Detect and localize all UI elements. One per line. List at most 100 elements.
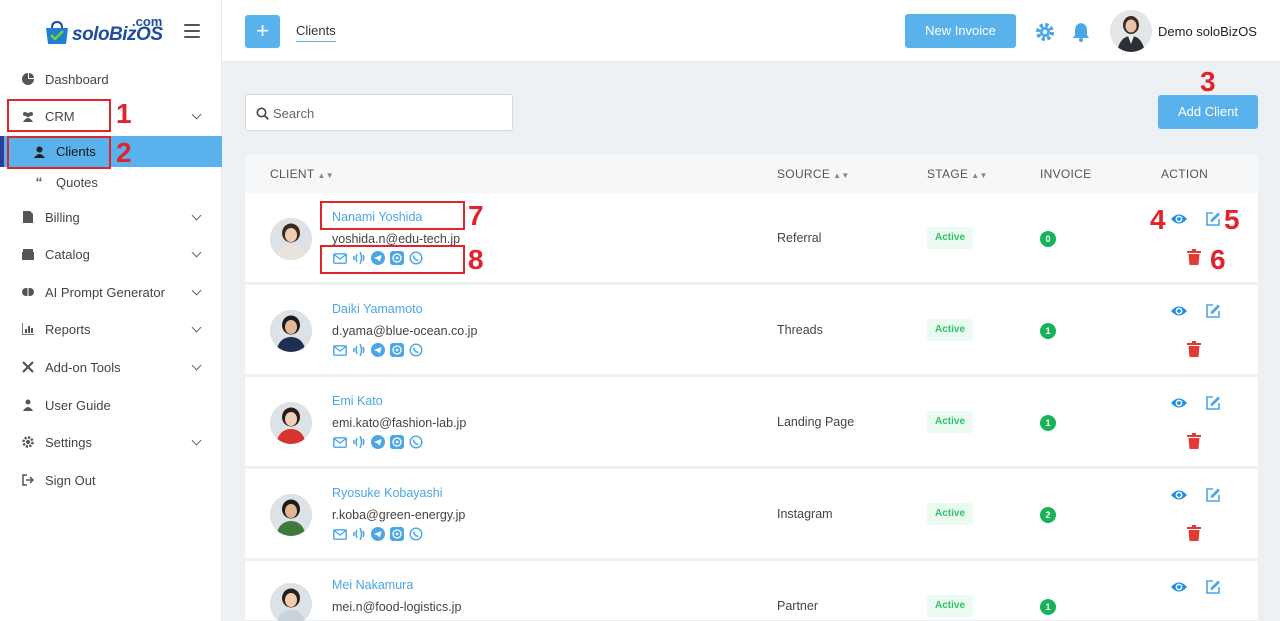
- client-name-link[interactable]: Ryosuke Kobayashi: [332, 486, 442, 500]
- status-badge: Active: [927, 319, 974, 341]
- column-header-action: ACTION: [1161, 167, 1209, 181]
- sidebar-item-sign-out[interactable]: Sign Out: [0, 463, 222, 497]
- client-name-link[interactable]: Daiki Yamamoto: [332, 302, 423, 316]
- whatsapp-icon[interactable]: [389, 527, 404, 541]
- sidebar-item-ai-prompt-generator[interactable]: AI Prompt Generator: [0, 275, 222, 309]
- tab-clients[interactable]: Clients: [296, 23, 336, 42]
- annotation-box-8: [320, 245, 465, 274]
- annotation-number-4: 4: [1150, 204, 1166, 235]
- sidebar-item-add-on-tools[interactable]: Add-on Tools: [0, 350, 222, 384]
- edit-icon[interactable]: [1205, 395, 1221, 411]
- sidebar-item-label: Reports: [45, 321, 91, 337]
- brand-suffix: .com: [132, 14, 163, 29]
- quote-icon: “: [35, 174, 43, 190]
- edit-icon[interactable]: [1205, 579, 1221, 595]
- guide-icon: [21, 398, 35, 412]
- telegram-icon[interactable]: [370, 435, 385, 449]
- edit-icon[interactable]: [1205, 303, 1221, 319]
- phone-icon[interactable]: [351, 343, 366, 357]
- sidebar-item-billing[interactable]: Billing: [0, 200, 222, 234]
- view-icon[interactable]: [1170, 488, 1188, 502]
- add-client-button[interactable]: Add Client: [1158, 95, 1258, 129]
- search-icon: [256, 107, 269, 120]
- edit-icon[interactable]: [1205, 487, 1221, 503]
- view-icon[interactable]: [1170, 396, 1188, 410]
- annotation-number-6: 6: [1210, 244, 1226, 275]
- client-email: d.yama@blue-ocean.co.jp: [332, 324, 478, 338]
- bell-icon[interactable]: [1072, 22, 1090, 42]
- sidebar-item-catalog[interactable]: Catalog: [0, 237, 222, 271]
- sidebar-item-label: Quotes: [56, 174, 98, 190]
- sidebar-item-user-guide[interactable]: User Guide: [0, 388, 222, 422]
- edit-icon[interactable]: [1205, 211, 1221, 227]
- sort-icon: ▲▼: [971, 171, 988, 180]
- whatsapp-icon[interactable]: [389, 343, 404, 357]
- user-name[interactable]: Demo soloBizOS: [1158, 24, 1257, 39]
- whatsapp-icon[interactable]: [389, 435, 404, 449]
- table-row: Emi Kato emi.kato@fashion-lab.jp Landing…: [245, 377, 1258, 467]
- sidebar-item-dashboard[interactable]: Dashboard: [0, 62, 222, 96]
- shopping-bag-icon: [46, 20, 68, 44]
- chevron-down-icon: [191, 210, 202, 221]
- client-email: r.koba@green-energy.jp: [332, 508, 466, 522]
- telegram-icon[interactable]: [370, 343, 385, 357]
- chevron-down-icon: [191, 247, 202, 258]
- view-icon[interactable]: [1170, 212, 1188, 226]
- client-avatar: [270, 402, 312, 444]
- sidebar-item-settings[interactable]: Settings: [0, 425, 222, 459]
- client-name-link[interactable]: Emi Kato: [332, 394, 383, 408]
- brain-icon: [21, 285, 35, 299]
- client-email: mei.n@food-logistics.jp: [332, 600, 462, 614]
- column-header-invoice: INVOICE: [1040, 167, 1092, 181]
- annotation-number-3: 3: [1200, 66, 1216, 97]
- chevron-down-icon: [191, 285, 202, 296]
- search-input[interactable]: [273, 104, 503, 122]
- invoice-count-badge: 0: [1040, 231, 1056, 247]
- column-header-source[interactable]: SOURCE ▲▼: [777, 167, 850, 181]
- viber-icon[interactable]: [408, 435, 423, 449]
- avatar[interactable]: [1110, 10, 1152, 52]
- sidebar-item-label: Catalog: [45, 246, 90, 262]
- gear-icon[interactable]: [1035, 22, 1055, 42]
- sidebar-item-label: AI Prompt Generator: [45, 284, 165, 300]
- new-invoice-button[interactable]: New Invoice: [905, 14, 1016, 48]
- column-header-client[interactable]: CLIENT ▲▼: [270, 167, 334, 181]
- view-icon[interactable]: [1170, 580, 1188, 594]
- box-icon: [21, 247, 35, 261]
- client-email: emi.kato@fashion-lab.jp: [332, 416, 467, 430]
- email-icon[interactable]: [332, 435, 347, 449]
- chevron-down-icon: [191, 322, 202, 333]
- search-field[interactable]: [245, 94, 513, 131]
- column-header-stage[interactable]: STAGE ▲▼: [927, 167, 988, 181]
- sort-icon: ▲▼: [317, 171, 334, 180]
- tools-icon: [21, 360, 35, 374]
- chart-icon: [21, 322, 35, 336]
- sidebar-item-reports[interactable]: Reports: [0, 312, 222, 346]
- view-icon[interactable]: [1170, 304, 1188, 318]
- client-name-link[interactable]: Mei Nakamura: [332, 578, 413, 592]
- menu-toggle-icon[interactable]: [184, 24, 200, 38]
- email-icon[interactable]: [332, 343, 347, 357]
- status-badge: Active: [927, 503, 974, 525]
- telegram-icon[interactable]: [370, 527, 385, 541]
- sort-icon: ▲▼: [833, 171, 850, 180]
- sidebar-item-quotes[interactable]: “ Quotes: [0, 166, 222, 198]
- email-icon[interactable]: [332, 527, 347, 541]
- viber-icon[interactable]: [408, 343, 423, 357]
- contact-icons: [332, 527, 423, 541]
- delete-icon[interactable]: [1187, 433, 1201, 449]
- annotation-number-8: 8: [468, 244, 484, 275]
- client-source: Referral: [777, 231, 822, 245]
- status-badge: Active: [927, 411, 974, 433]
- phone-icon[interactable]: [351, 435, 366, 449]
- delete-icon[interactable]: [1187, 249, 1201, 265]
- client-source: Threads: [777, 323, 823, 337]
- delete-icon[interactable]: [1187, 341, 1201, 357]
- viber-icon[interactable]: [408, 527, 423, 541]
- chevron-down-icon: [191, 360, 202, 371]
- brand-logo[interactable]: soloBizOS .com: [40, 14, 170, 50]
- quick-add-button[interactable]: +: [245, 15, 280, 48]
- delete-icon[interactable]: [1187, 525, 1201, 541]
- phone-icon[interactable]: [351, 527, 366, 541]
- status-badge: Active: [927, 227, 974, 249]
